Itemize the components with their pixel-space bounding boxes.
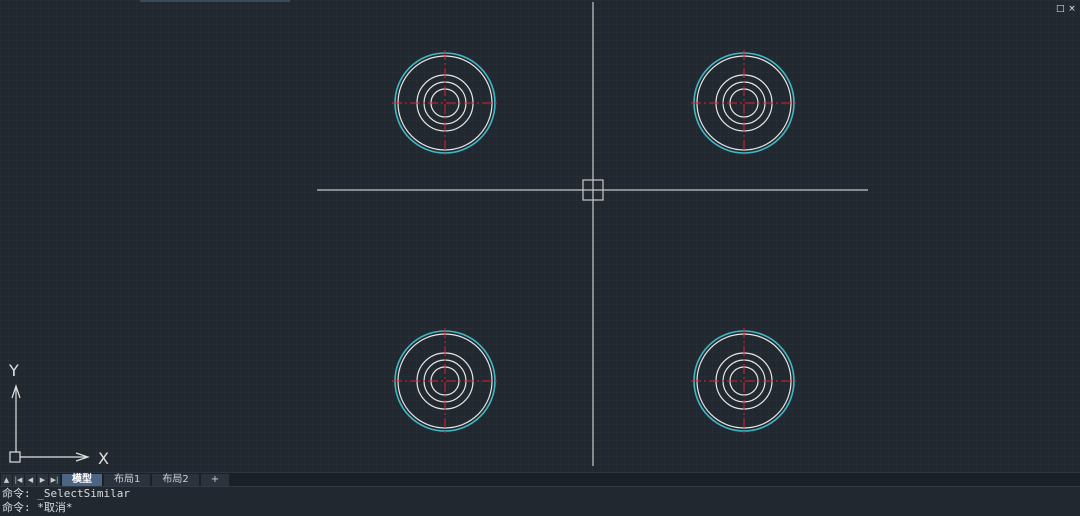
tab-next-icon[interactable]: ▶ bbox=[37, 474, 48, 486]
tab-scroll-up-icon[interactable]: ▲ bbox=[1, 474, 12, 486]
ucs-icon bbox=[9, 384, 90, 463]
tab-layout1[interactable]: 布局1 bbox=[104, 474, 151, 486]
ucs-y-label: Y bbox=[8, 361, 19, 380]
tab-model[interactable]: 模型 bbox=[62, 474, 102, 486]
ring-part-top-left[interactable] bbox=[392, 50, 498, 156]
drawing-canvas[interactable]: □ × Y X bbox=[0, 0, 1080, 472]
ucs-origin-box bbox=[9, 451, 21, 463]
command-line-history[interactable]: 命令: _SelectSimilar 命令: *取消* bbox=[0, 486, 1080, 516]
ucs-x-label: X bbox=[98, 449, 109, 468]
crosshair-cursor bbox=[317, 2, 868, 466]
ring-part-bottom-right[interactable] bbox=[691, 328, 797, 434]
command-history-line: 命令: _SelectSimilar bbox=[2, 487, 130, 500]
add-layout-button[interactable]: + bbox=[200, 474, 230, 486]
ring-part-top-right[interactable] bbox=[691, 50, 797, 156]
tab-layout2[interactable]: 布局2 bbox=[152, 474, 199, 486]
command-history-line: 命令: *取消* bbox=[2, 501, 73, 514]
cad-app: □ × Y X ▲ |◀ ◀ ▶ ▶| 模型 布局1 布局2 + 命令: _Se… bbox=[0, 0, 1080, 516]
layout-tab-bar: ▲ |◀ ◀ ▶ ▶| 模型 布局1 布局2 + bbox=[0, 472, 1080, 487]
ring-part-bottom-left[interactable] bbox=[392, 328, 498, 434]
tab-prev-icon[interactable]: ◀ bbox=[25, 474, 36, 486]
drawing-svg[interactable]: Y X bbox=[0, 0, 1080, 472]
tab-first-icon[interactable]: |◀ bbox=[13, 474, 24, 486]
tab-last-icon[interactable]: ▶| bbox=[49, 474, 60, 486]
